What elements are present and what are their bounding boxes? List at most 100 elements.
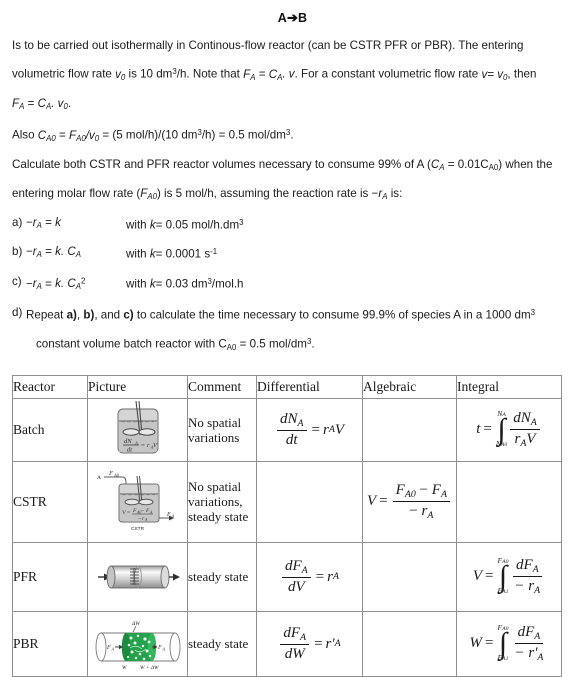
differential-pfr: dFA dV = rA [256, 541, 363, 612]
differential-pbr: dFA dW = r' A [256, 610, 363, 677]
integral-batch: t = NA ∫ NA0 dNA rAV [456, 397, 562, 462]
svg-text:CSTR: CSTR [131, 526, 145, 532]
comment-batch: No spatial variations [187, 397, 257, 462]
equation-pfr-integral: V = FA0 ∫ FA1 dFA − rA [472, 555, 542, 597]
p3-slash-v: /v0 [85, 128, 100, 143]
header-algebraic: Algebraic [362, 374, 457, 399]
paragraph-4: Calculate both CSTR and PFR reactor volu… [12, 152, 573, 210]
paragraph-3: Also CA0 = FA0/v0 = (5 mol/h)/(10 dm3/h)… [12, 120, 573, 152]
reaction-arrow-icon: ➔ [286, 10, 299, 25]
option-b-rate: −rA = k. CA [26, 245, 82, 260]
pbr-reactor-picture: ΔW F A F A W W + ΔW [87, 610, 188, 677]
differential-cstr [256, 460, 363, 543]
paragraph-1: Is to be carried out isothermally in Con… [12, 33, 573, 91]
integral-cstr [456, 460, 562, 543]
svg-text:dt: dt [127, 446, 132, 453]
p2-period: . [67, 96, 72, 110]
header-comment: Comment [187, 374, 257, 399]
svg-text:dN: dN [124, 438, 132, 445]
cstr-reactor-diagram: A F A0 V = F A0 − F A − r A F A CSTR [97, 470, 175, 532]
equation-pfr-differential: dFA dV = rA [280, 558, 339, 596]
integral-pbr: W = FA0 ∫ FA1 dFA − r'A [456, 610, 562, 677]
document-page: A➔B Is to be carried out isothermally in… [0, 6, 585, 677]
eq-FA-CA-v0: FA [12, 96, 25, 111]
problem-statement: Is to be carried out isothermally in Con… [12, 33, 573, 361]
cstr-reactor-picture: A F A0 V = F A0 − F A − r A F A CSTR [87, 460, 188, 543]
batch-reactor-picture: dN A dt = rA V [87, 397, 188, 462]
symbol-v-eq-v0: v= v0 [481, 67, 508, 82]
svg-text:W + ΔW: W + ΔW [140, 665, 159, 671]
equation-pbr-differential: dFA dW = r' A [278, 625, 341, 663]
algebraic-pbr [362, 610, 457, 677]
symbol-FA0: FA0 [69, 128, 86, 143]
option-c-rate: −rA = k. CA2 [26, 276, 86, 292]
svg-text:−: − [141, 508, 144, 514]
option-b-k: with k= 0.0001 s-1 [126, 247, 218, 261]
option-b-label: b) [12, 245, 23, 259]
option-d: d) Repeat a), b), and c) to calculate th… [12, 300, 573, 329]
equation-batch-differential: dNA dt = rAV [275, 411, 344, 449]
header-picture: Picture [87, 374, 188, 399]
p1-text-c: /h. Note that [176, 67, 244, 81]
p3-end: . [290, 128, 294, 142]
p1-text-b: is 10 dm [125, 67, 173, 81]
reactor-name-pbr: PBR [12, 610, 88, 677]
symbol-CA: CA [268, 67, 283, 82]
table-row: PFR steady state dFA dV = r A V = FA0 ∫ … [12, 541, 562, 612]
reactor-name-cstr: CSTR [12, 460, 88, 543]
symbol-FA: FA [243, 67, 256, 82]
p2-CA: CA [37, 96, 52, 111]
svg-text:W: W [122, 665, 127, 671]
p2-eq: = [24, 96, 38, 110]
p4-text-d: is: [387, 186, 403, 200]
p1-dot-v: . v [282, 67, 295, 81]
equation-cstr-algebraic: V = FA0 − FA − rA [367, 482, 452, 521]
option-d-text: Repeat a), b), and c) to calculate the t… [26, 308, 536, 322]
svg-text:=: = [141, 442, 145, 449]
comment-cstr: No spatial variations, steady state [187, 460, 257, 543]
differential-batch: dNA dt = rAV [256, 397, 363, 462]
option-d-line2: constant volume batch reactor with CA0 =… [36, 336, 315, 352]
option-c: c) −rA = k. CA2 with k= 0.03 dm3/mol.h [12, 269, 573, 301]
header-reactor: Reactor [12, 374, 88, 399]
svg-text:A: A [170, 513, 174, 518]
paragraph-2: FA = CA. v0. [12, 91, 573, 120]
p4-text-a: Calculate both CSTR and PFR reactor volu… [12, 157, 431, 171]
comment-pfr: steady state [187, 541, 257, 612]
page-title: A➔B [12, 6, 573, 26]
reactor-mole-balance-table: Reactor Picture Comment Differential Alg… [12, 374, 573, 677]
algebraic-batch [362, 397, 457, 462]
p1-text-d: . For a constant volumetric flow rate [294, 67, 482, 81]
p3-eq: = [55, 128, 70, 142]
reactor-name-batch: Batch [12, 397, 88, 462]
svg-text:F: F [106, 645, 111, 651]
batch-reactor-diagram: dN A dt = rA V [117, 400, 158, 454]
svg-text:=: = [127, 510, 130, 516]
p3-rest: = (5 mol/h)/(10 dm [99, 128, 198, 142]
table-header-row: Reactor Picture Comment Differential Alg… [12, 374, 562, 399]
p4-text-c: ) is 5 mol/h, assuming the reaction rate… [156, 186, 379, 200]
p3-lead: Also [12, 128, 38, 142]
option-d-label: d) [12, 306, 23, 320]
header-integral: Integral [456, 374, 562, 399]
table-row: CSTR A F A0 V = F A0 − F A − r A F A CST… [12, 460, 562, 543]
option-a-label: a) [12, 216, 23, 230]
algebraic-cstr: V = FA0 − FA − rA [362, 460, 457, 543]
reactor-name-pfr: PFR [12, 541, 88, 612]
p4-FA0: FA0 [140, 186, 157, 202]
p3-rest2: /h) = 0.5 mol/dm [201, 128, 286, 142]
p4-val-sub: A0 [488, 162, 499, 172]
svg-text:A: A [97, 475, 101, 481]
p1-text-e: , then [507, 67, 537, 81]
option-c-label: c) [12, 274, 22, 288]
svg-text:−: − [138, 516, 141, 522]
table-row: PBR ΔW F A F A W W + ΔW steady state dFA… [12, 610, 562, 677]
symbol-v0: v0 [115, 67, 126, 82]
pfr-reactor-diagram [97, 565, 180, 589]
p4-CA: CA [430, 157, 445, 172]
pfr-reactor-picture [87, 541, 188, 612]
pbr-reactor-diagram: ΔW F A F A W W + ΔW [95, 621, 181, 671]
p4-val: = 0.01C [444, 157, 489, 171]
svg-text:V: V [122, 510, 126, 516]
svg-text:F: F [166, 511, 171, 518]
